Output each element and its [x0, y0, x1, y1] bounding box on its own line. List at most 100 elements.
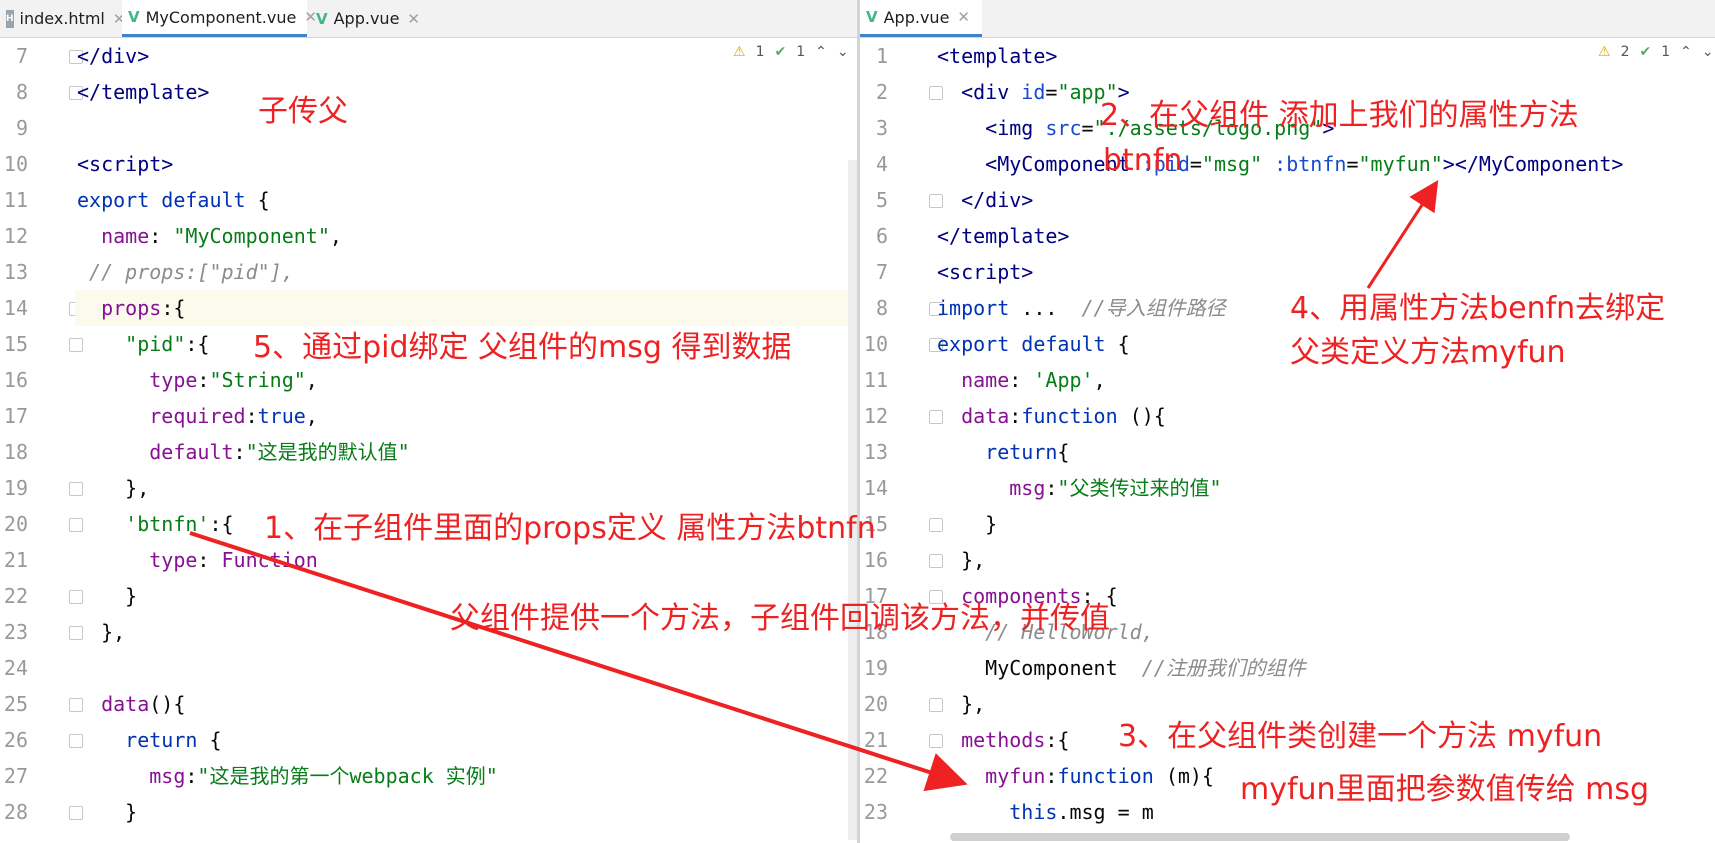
tab-mycomponent-vue[interactable]: V MyComponent.vue ✕ — [122, 0, 317, 37]
tab-index-html[interactable]: H index.html ✕ — [0, 0, 125, 37]
code-line[interactable]: <script> — [935, 254, 1715, 290]
code-token: }, — [937, 692, 986, 716]
code-token: import — [937, 296, 1022, 320]
code-line[interactable]: export default { — [75, 182, 857, 218]
code-token: }, — [77, 620, 126, 644]
code-line[interactable] — [75, 650, 857, 686]
code-line[interactable]: props:{ — [75, 290, 857, 326]
code-token: </template> — [77, 80, 210, 104]
code-token: name — [101, 224, 150, 248]
code-token: "pid" — [125, 332, 186, 356]
code-line[interactable]: } — [935, 506, 1715, 542]
code-line[interactable]: </div> — [75, 38, 857, 74]
code-text: } — [77, 794, 137, 830]
code-token: : — [1045, 476, 1058, 500]
code-line[interactable]: msg:"这是我的第一个webpack 实例" — [75, 758, 857, 794]
line-number: 11 — [3, 188, 28, 212]
line-number: 15 — [3, 332, 28, 356]
line-gutter-right: 1 2 3 4 5 6 7 8 10 11 12 13 14 15 16 17 18 19 20 21 22 23 — [860, 38, 943, 843]
code-line[interactable]: return { — [75, 722, 857, 758]
code-line[interactable]: </template> — [75, 74, 857, 110]
code-line[interactable]: </template> — [935, 218, 1715, 254]
code-token: :{ — [209, 512, 234, 536]
line-number: 22 — [3, 584, 28, 608]
tab-app-vue[interactable]: V App.vue ✕ — [310, 0, 420, 37]
code-token: "MyComponent" — [173, 224, 330, 248]
code-token: <script> — [77, 152, 174, 176]
code-line[interactable]: <MyComponent :pid="msg" :btnfn="myfun"><… — [935, 146, 1715, 182]
vertical-scrollbar[interactable] — [848, 160, 857, 840]
code-token: : — [149, 224, 174, 248]
code-line[interactable]: }, — [75, 470, 857, 506]
code-token: } — [937, 512, 998, 536]
code-token: id — [1021, 80, 1046, 104]
code-line[interactable]: default:"这是我的默认值" — [75, 434, 857, 470]
code-token: Function — [221, 548, 318, 572]
code-token: = — [1045, 80, 1058, 104]
code-line[interactable] — [75, 110, 857, 146]
code-token: "msg" — [1201, 152, 1263, 176]
horizontal-scrollbar[interactable] — [950, 833, 1570, 841]
code-token: return — [985, 440, 1058, 464]
annotation-step-4a: 4、用属性方法benfn去绑定 — [1290, 291, 1666, 326]
line-number: 25 — [3, 692, 28, 716]
code-line[interactable]: // props:["pid"], — [75, 254, 857, 290]
code-token: : — [1009, 368, 1034, 392]
code-token: "String" — [209, 368, 306, 392]
code-token: // props:["pid"], — [77, 260, 294, 284]
code-line[interactable]: type:"String", — [75, 362, 857, 398]
code-line[interactable]: }, — [935, 686, 1715, 722]
close-icon[interactable]: ✕ — [957, 8, 970, 26]
line-number: 10 — [3, 152, 28, 176]
code-text: </template> — [937, 218, 1069, 254]
code-text: } — [77, 578, 137, 614]
code-token: </div> — [937, 188, 1034, 212]
code-line[interactable]: } — [75, 794, 857, 830]
close-icon[interactable]: ✕ — [407, 10, 420, 28]
code-token: name — [961, 368, 1010, 392]
code-line[interactable]: </div> — [935, 182, 1715, 218]
annotation-step-2b: btnfn — [1103, 143, 1183, 178]
tab-app-vue-right[interactable]: V App.vue ✕ — [860, 0, 982, 37]
line-number: 19 — [863, 656, 888, 680]
code-token: (m){ — [1165, 764, 1214, 788]
code-token: .msg = m — [1057, 800, 1154, 824]
code-line[interactable]: <template> — [935, 38, 1715, 74]
code-token: <template> — [937, 44, 1058, 68]
code-line[interactable]: msg:"父类传过来的值" — [935, 470, 1715, 506]
code-token: this — [1009, 800, 1058, 824]
code-token: "myfun" — [1358, 152, 1443, 176]
code-line[interactable]: type: Function — [75, 542, 857, 578]
line-number: 21 — [3, 548, 28, 572]
code-line[interactable]: MyComponent //注册我们的组件 — [935, 650, 1715, 686]
line-number: 23 — [863, 800, 888, 824]
code-token: }, — [937, 548, 986, 572]
code-area-left[interactable]: </div> </template> <script> export default … — [75, 38, 857, 843]
code-line[interactable]: <script> — [75, 146, 857, 182]
line-number: 14 — [863, 476, 888, 500]
code-line[interactable]: required:true, — [75, 398, 857, 434]
vue-file-icon: V — [316, 9, 328, 28]
code-token: type — [149, 548, 198, 572]
code-line[interactable]: }, — [935, 542, 1715, 578]
code-token: = — [1081, 116, 1094, 140]
code-text: } — [937, 506, 997, 542]
code-token: data — [961, 404, 1010, 428]
code-line[interactable]: data(){ — [75, 686, 857, 722]
code-token: return — [125, 728, 210, 752]
code-line[interactable]: name: "MyComponent", — [75, 218, 857, 254]
code-token: src — [1045, 116, 1082, 140]
code-line[interactable]: return{ — [935, 434, 1715, 470]
code-token: MyComponent — [937, 656, 1142, 680]
code-text: data(){ — [77, 686, 185, 722]
code-token: { — [1117, 332, 1130, 356]
code-token: { — [209, 728, 222, 752]
code-line[interactable]: data:function (){ — [935, 398, 1715, 434]
